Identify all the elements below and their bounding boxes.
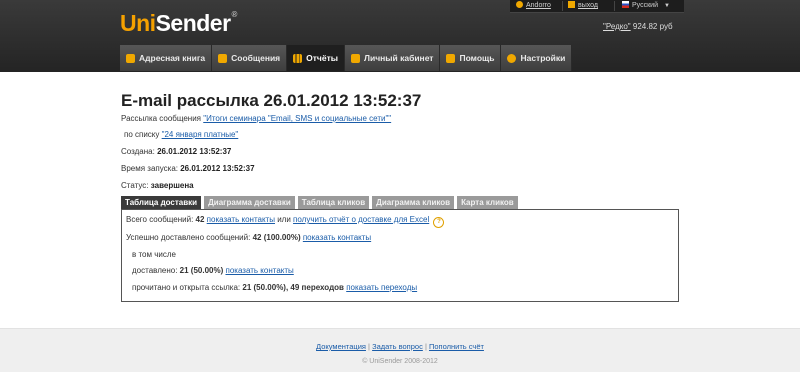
tab-clicks-table[interactable]: Таблица кликов <box>297 196 370 210</box>
created-label: Создана: <box>121 147 155 156</box>
started-info: Время запуска: 26.01.2012 13:52:37 <box>121 164 255 173</box>
nav-label: Личный кабинет <box>364 53 434 63</box>
user-icon <box>516 1 523 8</box>
nav-address-book[interactable]: Адресная книга <box>120 45 213 71</box>
tab-delivery-table[interactable]: Таблица доставки <box>121 196 202 210</box>
header: UniSender® Andorro выход Русский ▼ "Редк… <box>0 0 800 72</box>
top-user-bar: Andorro выход Русский ▼ <box>510 0 684 13</box>
show-clicks-link[interactable]: показать переходы <box>346 283 417 292</box>
show-contacts-link[interactable]: показать контакты <box>207 215 275 224</box>
mailing-link[interactable]: "Итоги семинара "Email, SMS и социальные… <box>203 114 391 123</box>
list-info: по списку "24 января платные" <box>124 130 238 139</box>
page-title: E-mail рассылка 26.01.2012 13:52:37 <box>121 91 422 110</box>
delivered-ok-label: Успешно доставлено сообщений: <box>126 233 251 242</box>
created-value: 26.01.2012 13:52:37 <box>157 147 232 156</box>
total-value: 42 <box>195 215 205 224</box>
help-icon <box>446 53 456 63</box>
logout-link[interactable]: выход <box>568 0 598 12</box>
dropdown-arrow-icon: ▼ <box>663 3 670 9</box>
address-book-icon <box>126 53 135 63</box>
russian-flag-icon <box>622 1 629 8</box>
language-label: Русский <box>632 2 658 9</box>
balance-amount: 924.82 руб <box>632 22 673 31</box>
mailing-info: Рассылка сообщения "Итоги семинара "Emai… <box>121 114 391 123</box>
delivered-ok-row: Успешно доставлено сообщений: 42 (100.00… <box>126 233 371 242</box>
top-up-link[interactable]: Пополнить счёт <box>429 342 484 351</box>
main-nav: Адресная книга Сообщения Отчёты Личный к… <box>120 45 573 71</box>
list-label: по списку <box>124 130 160 139</box>
nav-help[interactable]: Помощь <box>440 45 502 71</box>
nav-label: Адресная книга <box>139 53 206 63</box>
delivered-label: доставлено: <box>132 266 178 275</box>
show-contacts-link[interactable]: показать контакты <box>225 266 293 275</box>
copyright: © UniSender 2008-2012 <box>362 358 438 365</box>
help-question-icon[interactable]: ? <box>433 217 445 228</box>
delivered-ok-value: 42 (100.00%) <box>252 233 301 242</box>
nav-label: Помощь <box>459 53 495 63</box>
separator: | <box>368 342 370 351</box>
logo-uni: Uni <box>120 10 156 36</box>
status-label: Статус: <box>121 181 149 190</box>
read-label: прочитано и открыта ссылка: <box>132 283 241 292</box>
or-text: или <box>277 215 291 224</box>
nav-label: Сообщения <box>231 53 281 63</box>
nav-label: Отчёты <box>306 53 338 63</box>
total-label: Всего сообщений: <box>126 215 194 224</box>
list-link[interactable]: "24 января платные" <box>162 130 239 139</box>
started-label: Время запуска: <box>121 164 178 173</box>
docs-link[interactable]: Документация <box>316 342 366 351</box>
status-info: Статус: завершена <box>121 181 194 190</box>
nav-settings[interactable]: Настройки <box>501 45 573 71</box>
username: Andorro <box>526 2 551 9</box>
read-row: прочитано и открыта ссылка: 21 (50.00%),… <box>132 283 417 292</box>
separator: | <box>424 342 427 351</box>
logo-reg: ® <box>231 10 238 19</box>
nav-messages[interactable]: Сообщения <box>212 45 288 71</box>
footer-links: Документация | Задать вопрос | Пополнить… <box>0 342 800 351</box>
tab-delivery-chart[interactable]: Диаграмма доставки <box>204 196 295 210</box>
logout-label: выход <box>578 2 598 9</box>
total-row: Всего сообщений: 42 показать контакты ил… <box>126 215 445 228</box>
report-tabs: Таблица доставки Диаграмма доставки Табл… <box>121 196 518 210</box>
status-value: завершена <box>150 181 194 190</box>
read-value: 21 (50.00%), 49 переходов <box>242 283 344 292</box>
including-row: в том числе <box>132 250 176 259</box>
divider <box>614 1 615 11</box>
mailing-label: Рассылка сообщения <box>121 114 202 123</box>
delivered-value: 21 (50.00%) <box>179 266 224 275</box>
user-menu[interactable]: Andorro <box>516 0 551 12</box>
language-select[interactable]: Русский ▼ <box>622 0 670 12</box>
nav-account[interactable]: Личный кабинет <box>345 45 441 71</box>
account-icon <box>351 53 360 63</box>
nav-label: Настройки <box>520 53 566 63</box>
balance: "Редко" 924.82 руб <box>603 22 673 31</box>
show-contacts-link[interactable]: показать контакты <box>303 233 371 242</box>
logo-sender: Sender <box>155 10 231 36</box>
delivery-report-panel: Всего сообщений: 42 показать контакты ил… <box>121 209 679 302</box>
nav-reports[interactable]: Отчёты <box>287 45 345 71</box>
logout-icon <box>568 1 575 8</box>
ask-question-link[interactable]: Задать вопрос <box>372 342 423 351</box>
tariff-link[interactable]: "Редко" <box>603 22 631 31</box>
tab-clicks-map[interactable]: Карта кликов <box>457 196 518 210</box>
delivered-row: доставлено: 21 (50.00%) показать контакт… <box>132 266 294 275</box>
divider <box>562 1 563 11</box>
tab-clicks-chart[interactable]: Диаграмма кликов <box>372 196 455 210</box>
started-value: 26.01.2012 13:52:37 <box>180 164 255 173</box>
unisender-logo[interactable]: UniSender® <box>120 10 237 37</box>
bar-chart-icon <box>293 53 303 63</box>
messages-icon <box>218 53 228 63</box>
created-info: Создана: 26.01.2012 13:52:37 <box>121 147 231 156</box>
excel-report-link[interactable]: получить отчёт о доставке для Excel <box>293 215 429 224</box>
gear-icon <box>507 53 517 63</box>
